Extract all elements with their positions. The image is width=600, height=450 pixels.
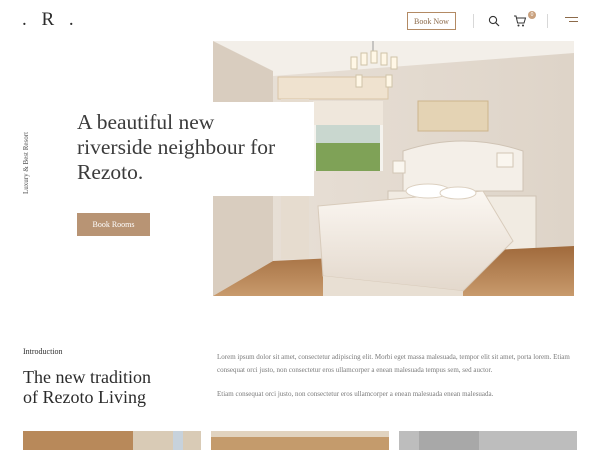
search-icon[interactable] (488, 15, 500, 27)
hero-title-line: A beautiful new (77, 110, 215, 134)
room-thumbnail[interactable] (399, 431, 577, 450)
hero-title-line: riverside neighbour for (77, 135, 276, 159)
header-divider (473, 14, 474, 28)
room-thumbnail[interactable] (211, 431, 389, 450)
intro-label: Introduction (23, 347, 63, 356)
intro-paragraph: Etiam consequat orci justo, non consecte… (217, 390, 494, 398)
book-now-button[interactable]: Book Now (407, 12, 456, 30)
menu-icon[interactable] (565, 17, 578, 25)
book-rooms-button[interactable]: Book Rooms (77, 213, 150, 236)
cart-icon[interactable] (513, 14, 527, 28)
hero-title-line: Rezoto. (77, 160, 144, 184)
intro-paragraph: Lorem ipsum dolor sit amet, consectetur … (217, 353, 570, 374)
hero-text-card: A beautiful new riverside neighbour for … (63, 102, 314, 196)
intro-title-line: of Rezoto Living (23, 387, 146, 407)
intro-title: The new tradition of Rezoto Living (23, 367, 151, 407)
intro-title-line: The new tradition (23, 367, 151, 387)
site-logo[interactable]: . R . (22, 9, 79, 31)
cart-count-badge: 0 (528, 11, 536, 19)
side-tagline: Luxury & Best Resort (22, 131, 30, 194)
room-thumbnail[interactable] (23, 431, 201, 450)
header-divider (547, 14, 548, 28)
